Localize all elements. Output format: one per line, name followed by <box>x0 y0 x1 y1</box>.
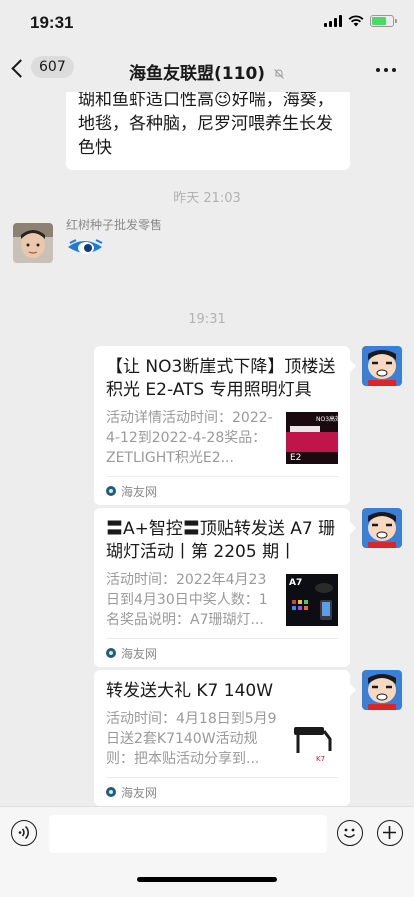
message-timestamp: 昨天 21:03 <box>173 191 241 206</box>
voice-wave-icon <box>18 825 29 840</box>
message-input[interactable] <box>49 815 327 853</box>
battery-icon <box>370 15 397 27</box>
card-thumbnail-icon: A7 <box>286 574 338 626</box>
card-thumbnail-icon: K7 <box>286 713 338 765</box>
more-functions-button[interactable] <box>377 820 403 846</box>
card-description: 活动时间：4月18日到5月9日送2套K7140W活动规则：把本贴活动分享到... <box>106 711 277 767</box>
status-time: 19:31 <box>30 13 74 32</box>
input-bar <box>0 806 414 897</box>
message-timestamp: 19:31 <box>188 312 226 327</box>
text-message-bubble[interactable]: 瑚和鱼虾适口性高😉好喘，海葵，地毯，各种脑，尼罗河喂养生长发色快 <box>66 92 350 170</box>
home-indicator[interactable] <box>137 877 277 882</box>
sender-name: 红树种子批发零售 <box>66 218 163 232</box>
link-card-message[interactable]: 【让 NO3断崖式下降】顶楼送积光 E2-ATS 专用照明灯具 活动详情活动时间… <box>94 346 356 505</box>
cartoon-boy-avatar-icon <box>362 670 402 710</box>
child-photo-icon <box>13 223 53 263</box>
card-title: 〓A+智控〓顶贴转发送 A7 珊瑚灯活动丨第 2205 期丨 <box>106 519 336 562</box>
card-source: 海友网 <box>121 646 158 661</box>
cartoon-boy-avatar-icon <box>362 508 402 548</box>
my-avatar[interactable] <box>362 508 402 548</box>
group-name: 海鱼友联盟(110) <box>129 64 266 84</box>
card-title: 转发送大礼 K7 140W <box>106 681 274 701</box>
message-text: 瑚和鱼虾适口性高😉好喘，海葵，地毯，各种脑，尼罗河喂养生长发色快 <box>78 92 334 158</box>
link-card-message[interactable]: 转发送大礼 K7 140W 活动时间：4月18日到5月9日送2套K7140W活动… <box>94 670 356 806</box>
cartoon-boy-avatar-icon <box>362 346 402 386</box>
more-options-button[interactable] <box>376 68 396 72</box>
thumb-text: K7 <box>316 755 325 763</box>
status-bar: 19:31 <box>0 0 414 48</box>
card-thumbnail-icon: NO3高效 50倍翻倍 E2 <box>286 412 338 464</box>
emoji-button[interactable] <box>337 820 363 846</box>
chat-header: 607 海鱼友联盟(110) <box>0 48 414 92</box>
card-source: 海友网 <box>121 785 158 800</box>
thumb-brand: E2 <box>290 453 301 463</box>
source-logo-icon <box>106 486 116 496</box>
chat-title: 海鱼友联盟(110) <box>0 59 414 84</box>
thumb-text: NO3高效 50倍翻倍 <box>316 415 338 423</box>
smiley-icon <box>343 828 356 838</box>
sender-avatar[interactable] <box>13 223 53 263</box>
link-card-message[interactable]: 〓A+智控〓顶贴转发送 A7 珊瑚灯活动丨第 2205 期丨 活动时间：2022… <box>94 508 356 667</box>
eye-sticker-icon[interactable] <box>66 237 106 259</box>
source-logo-icon <box>106 787 116 797</box>
mute-bell-icon <box>274 69 284 79</box>
card-description: 活动详情活动时间：2022-4-12到2022-4-28奖品：ZETLIGHT积… <box>106 410 273 466</box>
source-logo-icon <box>106 648 116 658</box>
voice-input-button[interactable] <box>11 820 37 846</box>
card-title: 【让 NO3断崖式下降】顶楼送积光 E2-ATS 专用照明灯具 <box>106 357 336 400</box>
card-description: 活动时间：2022年4月23日到4月30日中奖人数：1名奖品说明：A7珊瑚灯..… <box>106 572 268 628</box>
message-list[interactable]: 瑚和鱼虾适口性高😉好喘，海葵，地毯，各种脑，尼罗河喂养生长发色快 昨天 21:0… <box>0 92 414 806</box>
my-avatar[interactable] <box>362 346 402 386</box>
card-source: 海友网 <box>121 484 158 499</box>
wifi-icon <box>348 15 364 27</box>
my-avatar[interactable] <box>362 670 402 710</box>
plus-icon <box>383 826 396 839</box>
cellular-signal-icon <box>324 15 342 27</box>
thumb-text: A7 <box>289 578 302 588</box>
